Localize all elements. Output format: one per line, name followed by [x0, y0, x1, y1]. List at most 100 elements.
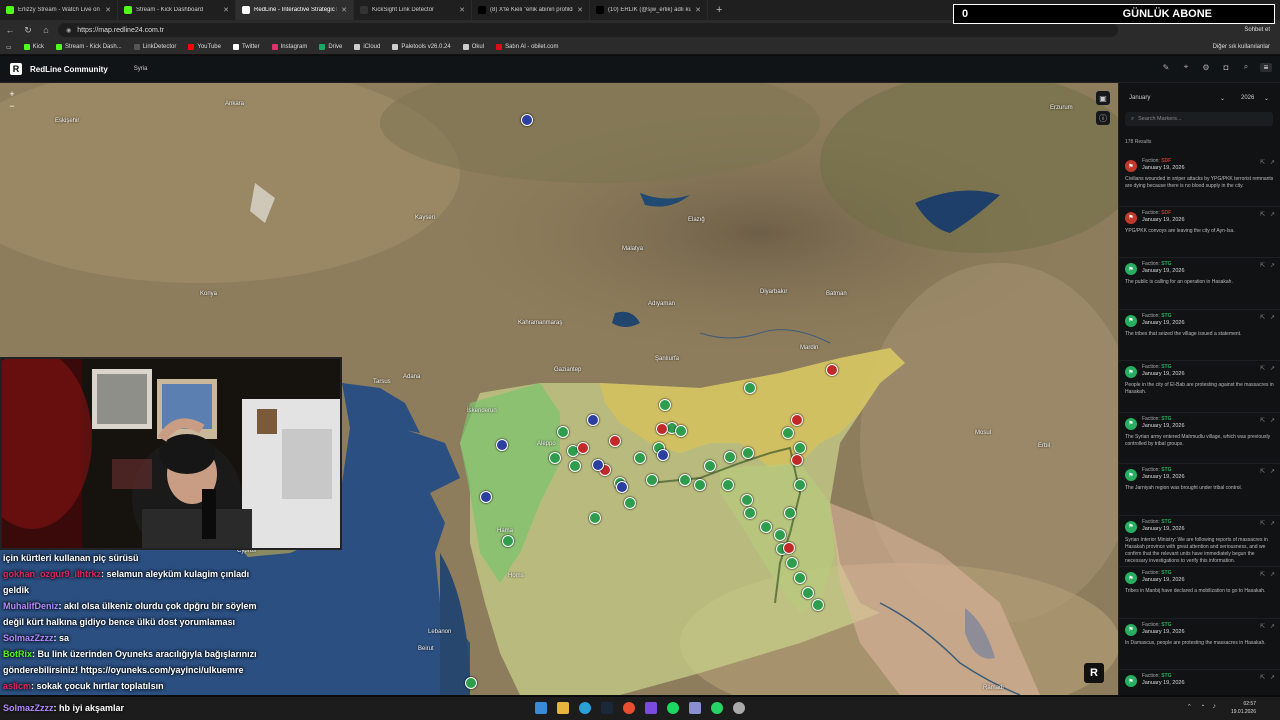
share-icon[interactable]: ⇱ — [1260, 571, 1265, 578]
marker-green-icon[interactable] — [694, 479, 706, 491]
event-card[interactable]: ⚑ Faction: STG January 19, 2026 ⇱ ↗ — [1119, 670, 1280, 695]
marker-green-icon[interactable] — [634, 452, 646, 464]
back-icon[interactable]: ← — [4, 25, 16, 35]
chat-username[interactable]: aslicm — [3, 681, 31, 691]
marker-green-icon[interactable] — [741, 494, 753, 506]
external-link-icon[interactable]: ↗ — [1270, 520, 1275, 527]
marker-red-icon[interactable] — [791, 454, 803, 466]
share-icon[interactable]: ⇱ — [1260, 159, 1265, 166]
share-icon[interactable]: ⇱ — [1260, 365, 1265, 372]
event-card[interactable]: ⚑ Faction: STG January 19, 2026 ⇱ ↗ People in… — [1119, 361, 1280, 413]
marker-blue-icon[interactable] — [592, 459, 604, 471]
browser-tab[interactable]: KickSight Link Detector ✕ — [354, 0, 472, 20]
external-link-icon[interactable]: ↗ — [1270, 314, 1275, 321]
bookmark-item[interactable]: Instagram — [271, 44, 307, 50]
marker-green-icon[interactable] — [549, 452, 561, 464]
external-link-icon[interactable]: ↗ — [1270, 468, 1275, 475]
month-select[interactable]: January ⌄ — [1125, 92, 1229, 104]
event-card[interactable]: ⚑ Faction: STG January 19, 2026 ⇱ ↗ The tribe… — [1119, 310, 1280, 361]
chat-username[interactable]: BotRix — [3, 649, 32, 659]
marker-green-icon[interactable] — [465, 677, 477, 689]
other-bookmarks[interactable]: Diğer sık kullanılanlar — [1213, 44, 1280, 50]
external-link-icon[interactable]: ↗ — [1270, 623, 1275, 630]
marker-green-icon[interactable] — [784, 507, 796, 519]
marker-green-icon[interactable] — [786, 557, 798, 569]
close-icon[interactable]: ✕ — [105, 6, 111, 14]
year-select[interactable]: 2026 ⌄ — [1237, 92, 1273, 104]
chat-username[interactable]: SolmazZzzz — [3, 633, 54, 643]
marker-red-icon[interactable] — [826, 364, 838, 376]
start-icon[interactable] — [535, 702, 547, 714]
close-icon[interactable]: ✕ — [223, 6, 229, 14]
share-icon[interactable]: ⇱ — [1260, 417, 1265, 424]
share-icon[interactable]: ⇱ — [1260, 674, 1265, 681]
chevron-up-icon[interactable]: ⌃ — [1186, 703, 1192, 711]
close-icon[interactable]: ✕ — [695, 6, 701, 14]
marker-green-icon[interactable] — [802, 587, 814, 599]
marker-green-icon[interactable] — [557, 426, 569, 438]
sohbet-button[interactable]: Sohbet et — [1244, 27, 1276, 33]
close-icon[interactable]: ✕ — [341, 6, 347, 14]
bookmark-item[interactable]: Stream - Kick Dash... — [56, 44, 122, 50]
share-icon[interactable]: ⇱ — [1260, 262, 1265, 269]
bookmark-item[interactable]: Paletools v26.0.24 — [392, 44, 451, 50]
pin-icon[interactable]: ⌖ — [1180, 62, 1192, 72]
reload-icon[interactable]: ↻ — [22, 25, 34, 36]
chat-username[interactable]: gokhan_ozgur9_ilhtrkz — [3, 569, 101, 579]
zoom-in-button[interactable]: + — [7, 89, 17, 99]
browser-tab[interactable]: Stream - Kick Dashboard ✕ — [118, 0, 236, 20]
bookmark-item[interactable]: Okul — [462, 44, 484, 50]
apps-icon[interactable]: ▭ — [6, 44, 12, 51]
camera-icon[interactable]: ◘ — [1220, 63, 1232, 72]
marker-green-icon[interactable] — [760, 521, 772, 533]
external-link-icon[interactable]: ↗ — [1270, 159, 1275, 166]
bookmark-item[interactable]: iCloud — [354, 44, 380, 50]
bookmark-item[interactable]: Twitter — [232, 44, 260, 50]
redline-logo[interactable]: R — [10, 63, 22, 75]
bookmark-item[interactable]: Satın Al - obilet.com — [496, 44, 558, 50]
external-link-icon[interactable]: ↗ — [1270, 571, 1275, 578]
marker-green-icon[interactable] — [782, 427, 794, 439]
external-link-icon[interactable]: ↗ — [1270, 365, 1275, 372]
marker-green-icon[interactable] — [774, 529, 786, 541]
marker-red-icon[interactable] — [783, 542, 795, 554]
external-link-icon[interactable]: ↗ — [1270, 674, 1275, 681]
app-icon[interactable] — [645, 702, 657, 714]
marker-green-icon[interactable] — [679, 474, 691, 486]
info-icon[interactable]: ⓘ — [1096, 111, 1110, 125]
marker-green-icon[interactable] — [794, 479, 806, 491]
whatsapp-icon[interactable] — [711, 702, 723, 714]
close-icon[interactable]: ✕ — [459, 6, 465, 14]
event-card[interactable]: ⚑ Faction: STG January 19, 2026 ⇱ ↗ The Jarni… — [1119, 464, 1280, 516]
spotify-icon[interactable] — [667, 702, 679, 714]
share-icon[interactable]: ⇱ — [1260, 520, 1265, 527]
new-tab-button[interactable]: + — [708, 4, 730, 16]
marker-search-input[interactable]: ⌕ Search Markers... — [1125, 112, 1273, 126]
app-name[interactable]: RedLine Community — [30, 65, 108, 74]
marker-green-icon[interactable] — [624, 497, 636, 509]
marker-green-icon[interactable] — [589, 512, 601, 524]
share-icon[interactable]: ⇱ — [1260, 623, 1265, 630]
url-bar[interactable]: ◉ https://map.redline24.com.tr — [58, 23, 1118, 37]
map-corner-logo[interactable]: R — [1084, 663, 1104, 683]
bookmark-item[interactable]: Drive — [319, 44, 342, 50]
marker-red-icon[interactable] — [577, 442, 589, 454]
marker-green-icon[interactable] — [704, 460, 716, 472]
system-clock[interactable]: 02:57 19.01.2026 — [1231, 700, 1256, 716]
marker-green-icon[interactable] — [794, 442, 806, 454]
file-explorer-icon[interactable] — [557, 702, 569, 714]
marker-blue-icon[interactable] — [587, 414, 599, 426]
marker-red-icon[interactable] — [791, 414, 803, 426]
event-card[interactable]: ⚑ Faction: STG January 19, 2026 ⇱ ↗ Tribes in… — [1119, 567, 1280, 619]
wifi-icon[interactable]: ◔ — [1200, 703, 1204, 711]
share-icon[interactable]: ⇱ — [1260, 211, 1265, 218]
browser-tab[interactable]: Erlizzy Stream - Watch Live on Kick ✕ — [0, 0, 118, 20]
marker-green-icon[interactable] — [794, 572, 806, 584]
browser-tab[interactable]: RedLine - Interactive Strategic Map ✕ — [236, 0, 354, 20]
site-info-icon[interactable]: ◉ — [66, 27, 71, 34]
share-icon[interactable]: ⇱ — [1260, 468, 1265, 475]
event-card[interactable]: ⚑ Faction: STG January 19, 2026 ⇱ ↗ The publi… — [1119, 258, 1280, 310]
volume-icon[interactable]: ♪ — [1213, 703, 1217, 711]
settings-icon[interactable]: ⚙ — [1200, 63, 1212, 72]
edge-icon[interactable] — [579, 702, 591, 714]
